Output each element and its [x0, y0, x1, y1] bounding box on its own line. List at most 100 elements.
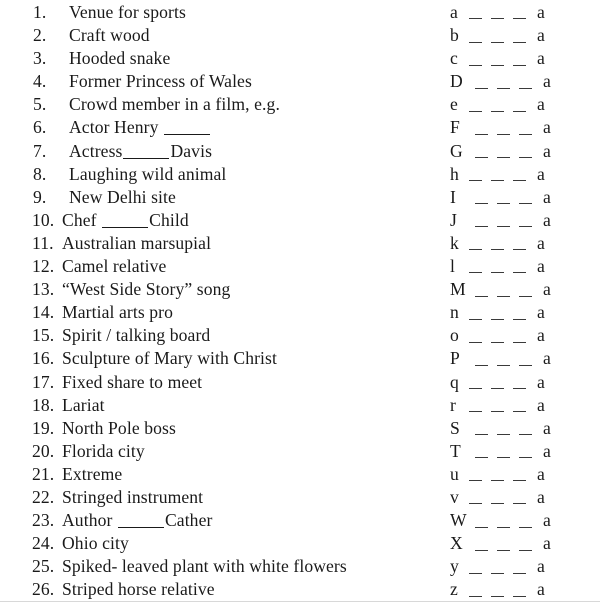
answer-blank[interactable]	[519, 124, 532, 135]
answer-end-letter: a	[543, 533, 551, 554]
clue-fill-blank[interactable]	[117, 513, 164, 529]
answer-end-letter: a	[543, 417, 551, 438]
answer-blank[interactable]	[513, 332, 526, 343]
answer-blank[interactable]	[497, 540, 510, 551]
answer-blank[interactable]	[491, 55, 504, 66]
answer-blank[interactable]	[513, 55, 526, 66]
answer-blank[interactable]	[519, 424, 532, 436]
answer-blank[interactable]	[513, 309, 526, 320]
answer-blanks	[475, 209, 541, 232]
answer-blank[interactable]	[513, 493, 526, 505]
answer-blank[interactable]	[497, 216, 510, 228]
answer-blank[interactable]	[475, 147, 488, 159]
answer-blank[interactable]	[519, 540, 532, 551]
answer-blank[interactable]	[469, 239, 482, 251]
answer-blank[interactable]	[469, 309, 482, 320]
clue-fill-blank[interactable]	[123, 144, 170, 159]
answer-blank[interactable]	[513, 32, 526, 43]
answer-blank[interactable]	[469, 101, 482, 112]
answer-blank[interactable]	[491, 470, 504, 482]
answer-blank[interactable]	[469, 586, 482, 597]
answer-blank[interactable]	[491, 309, 504, 320]
answer-blank[interactable]	[475, 286, 488, 297]
answer-blank[interactable]	[491, 332, 504, 343]
answer-blank[interactable]	[475, 216, 488, 228]
answer-blank[interactable]	[519, 78, 532, 89]
answer-blank[interactable]	[513, 262, 526, 274]
answer-blank[interactable]	[491, 586, 504, 597]
answer-blank[interactable]	[475, 424, 488, 436]
answer-blank[interactable]	[497, 517, 510, 528]
answer-blank[interactable]	[513, 563, 526, 574]
answer-blank[interactable]	[475, 78, 488, 89]
answer-blank[interactable]	[491, 8, 504, 20]
answer-blank[interactable]	[475, 355, 488, 366]
clue-text-segment: Chef	[62, 209, 102, 230]
answer-blank[interactable]	[475, 517, 488, 528]
answer-blank[interactable]	[491, 401, 504, 413]
answer-blank[interactable]	[497, 447, 510, 459]
answer-blank[interactable]	[513, 239, 526, 251]
answer-blank[interactable]	[497, 424, 510, 436]
answer-blank[interactable]	[513, 470, 526, 482]
answer-blank[interactable]	[491, 32, 504, 43]
answer-start-letter: I	[450, 186, 456, 207]
clue-fill-blank[interactable]	[102, 213, 149, 228]
clue-row: 15. Spirit / talking board o a	[0, 324, 600, 347]
answer-blank[interactable]	[475, 447, 488, 459]
answer-blank[interactable]	[497, 355, 510, 366]
answer-blank[interactable]	[513, 401, 526, 413]
answer-blank[interactable]	[475, 193, 488, 205]
answer-blank[interactable]	[491, 101, 504, 112]
answer-blank[interactable]	[497, 124, 510, 135]
clue-cell: 4. Former Princess of Wales	[33, 70, 252, 93]
clue-text-segment: “West Side Story” song	[62, 279, 231, 300]
answer-blank[interactable]	[469, 378, 482, 389]
answer-blank[interactable]	[469, 32, 482, 43]
answer-blank[interactable]	[469, 401, 482, 413]
clue-row: 3. Hooded snake c a	[0, 47, 600, 70]
clue-text: Australian marsupial	[62, 232, 211, 255]
clue-fill-blank[interactable]	[164, 120, 211, 136]
answer-blank[interactable]	[513, 8, 526, 20]
answer-blank[interactable]	[491, 239, 504, 251]
answer-end-letter: a	[543, 440, 551, 461]
answer-blank[interactable]	[469, 563, 482, 574]
answer-blank[interactable]	[513, 170, 526, 182]
answer-blank[interactable]	[513, 586, 526, 597]
answer-blank[interactable]	[519, 517, 532, 528]
answer-blank[interactable]	[497, 193, 510, 205]
answer-blank[interactable]	[469, 493, 482, 505]
answer-blank[interactable]	[519, 286, 532, 297]
answer-blank[interactable]	[513, 378, 526, 389]
answer-blank[interactable]	[491, 170, 504, 182]
answer-blank[interactable]	[469, 170, 482, 182]
answer-blank[interactable]	[475, 540, 488, 551]
clue-text: Actor Henry	[69, 116, 211, 139]
answer-start-letter: k	[450, 232, 459, 253]
clue-text: Actress Davis	[69, 140, 212, 163]
answer-blank[interactable]	[497, 286, 510, 297]
answer-blank[interactable]	[519, 447, 532, 459]
answer-blank[interactable]	[497, 78, 510, 89]
answer-blank[interactable]	[519, 355, 532, 366]
answer-blank[interactable]	[491, 378, 504, 389]
clue-row: 4. Former Princess of Wales Da	[0, 70, 600, 93]
answer-blanks	[475, 278, 541, 301]
answer-blank[interactable]	[519, 147, 532, 159]
answer-blank[interactable]	[519, 193, 532, 205]
answer-blank[interactable]	[469, 55, 482, 66]
answer-blank[interactable]	[491, 493, 504, 505]
answer-blank[interactable]	[491, 563, 504, 574]
answer-pattern: Ja	[450, 209, 551, 232]
answer-blank[interactable]	[519, 216, 532, 228]
answer-blank[interactable]	[475, 124, 488, 135]
clue-number: 8.	[33, 163, 47, 184]
answer-blank[interactable]	[469, 470, 482, 482]
answer-blank[interactable]	[491, 262, 504, 274]
answer-blank[interactable]	[469, 8, 482, 20]
answer-blank[interactable]	[513, 101, 526, 112]
answer-blank[interactable]	[497, 147, 510, 159]
answer-blank[interactable]	[469, 332, 482, 343]
answer-blank[interactable]	[469, 262, 482, 274]
